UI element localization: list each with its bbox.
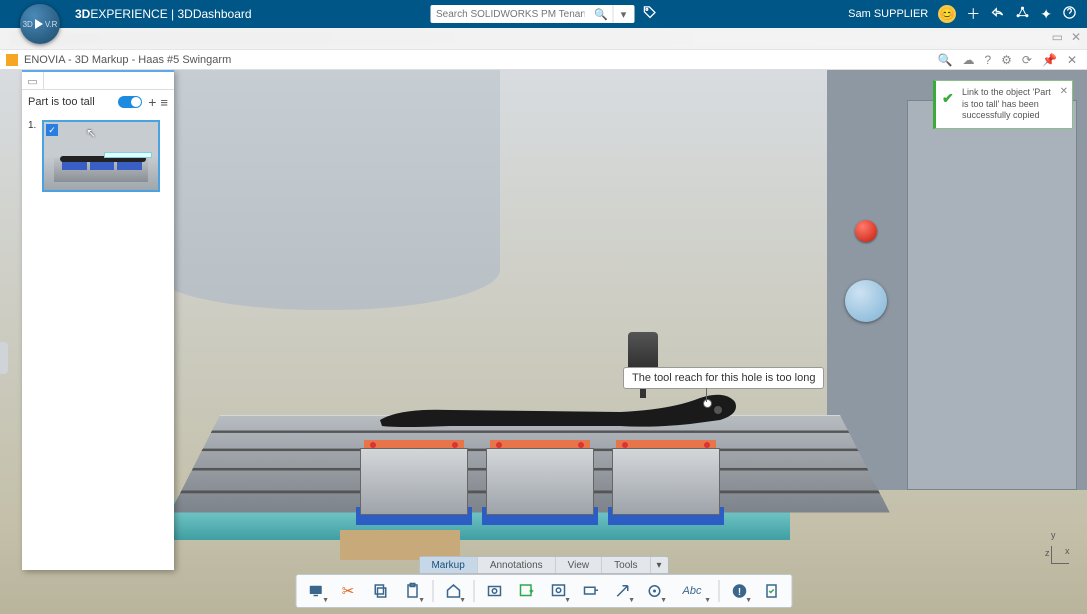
orientation-triad[interactable]: y x z (1051, 546, 1069, 564)
tool-snapshot[interactable]: ▼ (544, 578, 572, 604)
bottom-toolbar: ▼ ✂ ▼ ▼ ▼ ▼ ▼ Abc▼ !▼ (295, 574, 792, 608)
share-icon[interactable] (990, 5, 1005, 23)
tool-tag[interactable] (576, 578, 604, 604)
toast-text: Link to the object 'Part is too tall' ha… (962, 87, 1051, 120)
machine-door (907, 100, 1077, 490)
tag-icon[interactable] (642, 5, 657, 23)
tab-annotations[interactable]: Annotations (478, 557, 556, 573)
tool-info[interactable]: !▼ (725, 578, 753, 604)
tool-home[interactable]: ▼ (439, 578, 467, 604)
tool-copy[interactable] (366, 578, 394, 604)
compass-icon[interactable]: 3DV.R (20, 4, 60, 44)
machine-column (150, 70, 500, 310)
control-dial (845, 280, 887, 322)
tool-zoom-section[interactable] (480, 578, 508, 604)
th-pin-icon[interactable]: 📌 (1042, 53, 1057, 67)
check-icon: ✔ (942, 89, 954, 107)
app-icon (6, 54, 18, 66)
spark-icon[interactable]: ✦ (1040, 6, 1052, 23)
annotation-text: The tool reach for this hole is too long (632, 372, 815, 384)
tool-text[interactable]: Abc▼ (672, 578, 712, 604)
secondary-bar: ▭ ✕ (0, 28, 1087, 50)
svg-text:!: ! (737, 587, 740, 598)
th-cloud-icon[interactable]: ☁ (962, 53, 974, 67)
tab-tools[interactable]: Tools (602, 557, 650, 573)
sb-icon-1[interactable]: ▭ (1052, 30, 1063, 44)
emergency-stop (855, 220, 877, 242)
ribbon-dropdown[interactable]: ▾ (651, 557, 668, 573)
th-search-icon[interactable]: 🔍 (938, 53, 953, 67)
slides-panel: ▭ Part is too tall + ≡ 1. ✓ ↖ (22, 70, 174, 570)
tool-display[interactable]: ▼ (302, 578, 330, 604)
user-name: Sam SUPPLIER (848, 8, 928, 20)
toast-close-icon[interactable]: ✕ (1060, 85, 1068, 98)
th-close-icon[interactable]: ✕ (1067, 53, 1077, 67)
brand-title: 3DEXPERIENCE | 3DDashboard (75, 7, 252, 21)
panel-tab-slides[interactable]: ▭ (22, 72, 44, 90)
tool-arrow[interactable]: ▼ (608, 578, 636, 604)
tool-paste[interactable]: ▼ (398, 578, 426, 604)
panel-menu-icon[interactable]: ≡ (160, 95, 168, 110)
tab-markup[interactable]: Markup (419, 557, 477, 573)
search-button[interactable]: 🔍 (590, 5, 612, 23)
avatar[interactable]: 😊 (938, 5, 956, 23)
sb-icon-2[interactable]: ✕ (1071, 30, 1081, 44)
panel-title: Part is too tall (28, 96, 95, 108)
success-toast: ✔ Link to the object 'Part is too tall' … (933, 80, 1073, 129)
tab-view[interactable]: View (556, 557, 603, 573)
tool-slide-new[interactable] (512, 578, 540, 604)
ribbon-tabs: Markup Annotations View Tools ▾ (418, 556, 668, 574)
tab-header: ENOVIA - 3D Markup - Haas #5 Swingarm 🔍 … (0, 50, 1087, 70)
slide-number: 1. (28, 120, 36, 131)
add-slide-button[interactable]: + (148, 94, 156, 110)
help-icon[interactable] (1062, 5, 1077, 23)
tab-title: ENOVIA - 3D Markup - Haas #5 Swingarm (24, 54, 231, 66)
th-gear-icon[interactable]: ⚙ (1001, 53, 1012, 67)
search-dropdown[interactable]: ▾ (612, 5, 634, 23)
add-icon[interactable]: ＋ (966, 4, 980, 24)
cursor-icon: ↖ (86, 126, 96, 140)
network-icon[interactable] (1015, 5, 1030, 23)
slide-item[interactable]: 1. ✓ ↖ (30, 120, 166, 192)
tool-cut[interactable]: ✂ (334, 578, 362, 604)
top-bar: 3DV.R 3DEXPERIENCE | 3DDashboard 🔍 ▾ Sam… (0, 0, 1087, 28)
viewport-3d[interactable]: The tool reach for this hole is too long… (0, 70, 1087, 614)
tool-clipboard-check[interactable] (757, 578, 785, 604)
tool-circle[interactable]: ▼ (640, 578, 668, 604)
slide-checkbox[interactable]: ✓ (46, 124, 58, 136)
expand-handle[interactable] (0, 342, 8, 374)
swingarm-part (370, 380, 740, 440)
th-refresh-icon[interactable]: ⟳ (1022, 53, 1032, 67)
search-input[interactable] (430, 5, 590, 23)
search-bar: 🔍 ▾ (430, 5, 657, 23)
slide-thumbnail[interactable]: ✓ ↖ (42, 120, 160, 192)
panel-toggle[interactable] (118, 96, 142, 108)
th-help-icon[interactable]: ? (984, 53, 991, 67)
annotation-callout[interactable]: The tool reach for this hole is too long (623, 367, 824, 389)
